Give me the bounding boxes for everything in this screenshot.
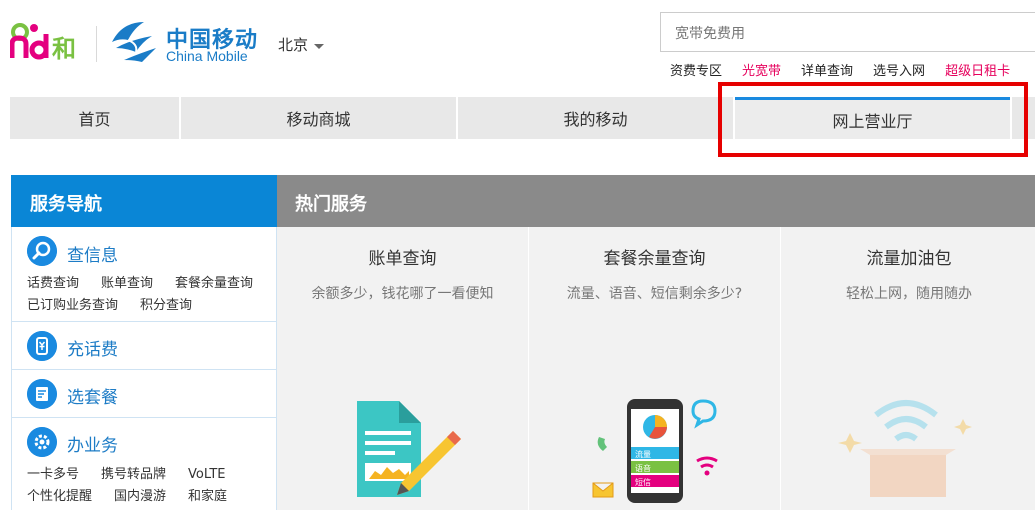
card-description: 流量、语音、短信剩余多少? [566, 286, 743, 302]
hot-services-heading: 热门服务 [277, 175, 1035, 227]
quick-link-detail-query[interactable]: 详单查询 [801, 60, 853, 79]
phone-row-sms: 短信 [635, 477, 651, 487]
link-subscribed-query[interactable]: 已订购业务查询 [27, 298, 118, 313]
chevron-down-icon[interactable] [314, 44, 324, 49]
search-input[interactable]: 宽带免费用 [660, 12, 1035, 52]
link-personal-reminder[interactable]: 个性化提醒 [27, 489, 92, 504]
service-item-business: 办业务 一卡多号 携号转品牌 VoLTE 个性化提醒 国内漫游 和家庭 [11, 418, 277, 510]
link-volte[interactable]: VoLTE [188, 467, 225, 482]
service-item-links: 一卡多号 携号转品牌 VoLTE 个性化提醒 国内漫游 和家庭 [27, 464, 249, 508]
link-family[interactable]: 和家庭 [188, 489, 227, 504]
quick-link-choose-number[interactable]: 选号入网 [873, 60, 925, 79]
link-bill-query[interactable]: 账单查询 [101, 276, 153, 291]
service-item-package: 选套餐 [11, 370, 277, 418]
quick-link-broadband[interactable]: 光宽带 [742, 60, 781, 79]
phone-row-data: 流量 [635, 449, 651, 459]
data-booster-icon [838, 400, 972, 497]
service-card-package-balance[interactable]: 套餐余量查询 流量、语音、短信剩余多少? 流量 语音 短信 [529, 227, 780, 510]
city-selector[interactable]: 北京 [278, 34, 308, 55]
card-title: 账单查询 [368, 249, 437, 269]
link-domestic-roaming[interactable]: 国内漫游 [114, 489, 166, 504]
bill-document-icon [357, 401, 461, 497]
link-brand-switch[interactable]: 携号转品牌 [101, 467, 166, 482]
svg-text:和: 和 [52, 35, 76, 62]
china-mobile-logo-en[interactable]: China Mobile [166, 48, 248, 64]
quick-link-daily-card[interactable]: 超级日租卡 [945, 60, 1010, 79]
service-card-data-booster[interactable]: 流量加油包 轻松上网，随用随办 [781, 227, 1035, 510]
tab-home[interactable]: 首页 [10, 97, 179, 139]
highlight-box [718, 82, 1028, 157]
card-title: 流量加油包 [866, 249, 952, 269]
link-points-query[interactable]: 积分查询 [140, 298, 192, 313]
and-he-logo[interactable]: 和 [10, 18, 86, 62]
tab-mall[interactable]: 移动商城 [181, 97, 456, 139]
card-title: 套餐余量查询 [603, 249, 706, 269]
service-item-query: 查信息 话费查询 账单查询 套餐余量查询 已订购业务查询 积分查询 [11, 227, 277, 322]
link-package-balance[interactable]: 套餐余量查询 [175, 276, 253, 291]
link-bill-balance[interactable]: 话费查询 [27, 276, 79, 291]
link-multi-number[interactable]: 一卡多号 [27, 467, 79, 482]
quick-link-tariff[interactable]: 资费专区 [670, 60, 722, 79]
logo-divider [96, 26, 97, 62]
gear-icon[interactable] [27, 427, 57, 457]
service-item-title[interactable]: 充话费 [67, 335, 118, 360]
phone-row-voice: 语音 [635, 463, 651, 473]
service-nav-heading: 服务导航 [11, 175, 277, 227]
card-description: 轻松上网，随用随办 [846, 286, 972, 302]
search-icon[interactable] [27, 236, 57, 266]
card-description: 余额多少，钱花哪了一看便知 [311, 286, 494, 302]
quick-links: 资费专区 光宽带 详单查询 选号入网 超级日租卡 [670, 60, 1010, 79]
search-placeholder: 宽带免费用 [675, 26, 745, 42]
service-item-title[interactable]: 查信息 [67, 241, 118, 266]
china-mobile-logo-mark[interactable] [108, 18, 160, 64]
yuan-phone-icon[interactable] [27, 331, 57, 361]
service-item-title[interactable]: 办业务 [67, 431, 118, 456]
package-icon[interactable] [27, 379, 57, 409]
service-item-links: 话费查询 账单查询 套餐余量查询 已订购业务查询 积分查询 [27, 273, 253, 317]
service-card-bill[interactable]: 账单查询 余额多少，钱花哪了一看便知 [277, 227, 528, 510]
service-item-recharge: 充话费 [11, 322, 277, 370]
phone-usage-icon: 流量 语音 短信 [592, 399, 718, 503]
tab-my-mobile[interactable]: 我的移动 [458, 97, 733, 139]
service-item-title[interactable]: 选套餐 [67, 383, 118, 408]
